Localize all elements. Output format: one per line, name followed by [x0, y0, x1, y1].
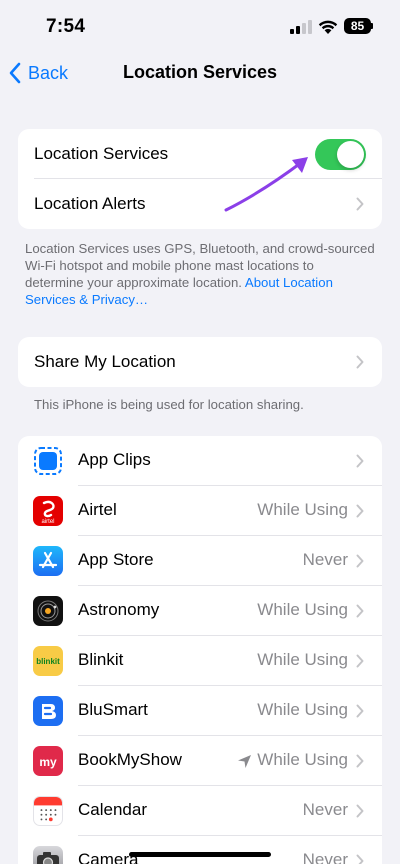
location-alerts-label: Location Alerts [34, 194, 146, 213]
app-name: BookMyShow [78, 750, 182, 769]
location-services-row: Location Services [18, 129, 382, 179]
location-permission-value: While Using [257, 600, 348, 619]
app-row-blinkit[interactable]: blinkit Blinkit While Using [18, 636, 382, 686]
app-name: Astronomy [78, 600, 160, 619]
chevron-right-icon [356, 604, 364, 618]
battery-nub [371, 23, 373, 29]
location-services-description: Location Services uses GPS, Bluetooth, a… [25, 240, 375, 308]
location-permission-value: While Using [257, 750, 348, 769]
chevron-right-icon [356, 454, 364, 468]
app-row-calendar[interactable]: Calendar Never [18, 786, 382, 836]
annotation-arrow-icon [224, 157, 308, 212]
toggle-knob [337, 141, 364, 168]
page-title: Location Services [122, 62, 278, 82]
chevron-right-icon [356, 654, 364, 668]
location-services-label: Location Services [34, 144, 169, 163]
nav-bar: Back Location Services [0, 52, 400, 92]
location-sharing-note: This iPhone is being used for location s… [34, 397, 304, 412]
home-indicator[interactable] [129, 852, 271, 857]
status-bar: 7:54 85 [0, 0, 400, 52]
app-row-bookmyshow[interactable]: my BookMyShow While Using [18, 736, 382, 786]
app-row-camera[interactable]: Camera Never [18, 836, 382, 864]
app-row-airtel[interactable]: airtel Airtel While Using [18, 486, 382, 536]
chevron-right-icon [356, 804, 364, 818]
airtel-icon: airtel [33, 496, 63, 526]
blinkit-icon: blinkit [33, 646, 63, 676]
apps-list: App Clips airtel Airtel While Using App … [18, 436, 382, 864]
airtel-icon-text: airtel [41, 519, 54, 525]
chevron-right-icon [356, 355, 364, 369]
app-row-blusmart[interactable]: BluSmart While Using [18, 686, 382, 736]
location-alerts-row[interactable]: Location Alerts [18, 179, 382, 229]
share-my-location-row[interactable]: Share My Location [18, 337, 382, 387]
app-name: Airtel [78, 500, 117, 519]
app-name: Calendar [78, 800, 147, 819]
location-permission-value: While Using [257, 700, 348, 719]
app-name: App Clips [78, 450, 151, 469]
location-permission-value: While Using [257, 500, 348, 519]
battery-icon: 85 [344, 18, 371, 34]
wifi-icon [318, 20, 338, 34]
chevron-right-icon [356, 197, 364, 211]
location-services-group: Location Services Location Alerts [18, 129, 382, 229]
chevron-right-icon [356, 754, 364, 768]
app-name: BluSmart [78, 700, 148, 719]
app-name: App Store [78, 550, 154, 569]
share-location-group: Share My Location [18, 337, 382, 387]
status-time: 7:54 [46, 16, 86, 37]
chevron-right-icon [356, 704, 364, 718]
location-permission-value: Never [302, 550, 348, 569]
share-my-location-label: Share My Location [34, 352, 176, 371]
location-permission-value: While Using [257, 650, 348, 669]
bookmyshow-icon: my [33, 746, 63, 776]
app-row-app-clips[interactable]: App Clips [18, 436, 382, 486]
astronomy-icon [33, 596, 63, 626]
app-row-app-store[interactable]: App Store Never [18, 536, 382, 586]
chevron-right-icon [356, 854, 364, 864]
blusmart-icon [33, 696, 63, 726]
app-name: Blinkit [78, 650, 124, 669]
location-services-toggle[interactable] [315, 139, 366, 170]
cellular-signal-icon [290, 20, 312, 34]
calendar-icon [33, 796, 63, 826]
bookmyshow-icon-text: my [39, 755, 57, 769]
camera-icon [33, 846, 63, 864]
location-arrow-icon [238, 755, 251, 768]
location-permission-value: Never [302, 850, 348, 864]
app-store-icon [33, 546, 63, 576]
chevron-right-icon [356, 554, 364, 568]
app-clips-icon [33, 446, 63, 476]
chevron-right-icon [356, 504, 364, 518]
app-row-astronomy[interactable]: Astronomy While Using [18, 586, 382, 636]
blinkit-icon-text: blinkit [36, 657, 60, 666]
location-permission-value: Never [302, 800, 348, 819]
